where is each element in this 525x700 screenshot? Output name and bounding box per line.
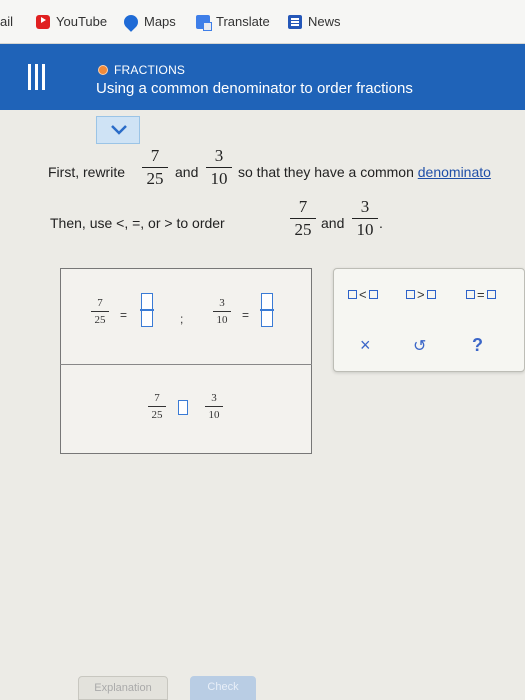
topic-dot-icon: [98, 65, 108, 75]
undo-icon: ↺: [413, 338, 427, 355]
help-icon: ?: [472, 335, 483, 355]
denominator-link[interactable]: denominato: [418, 164, 491, 180]
menu-icon[interactable]: [26, 64, 48, 90]
bookmark-youtube[interactable]: YouTube: [36, 14, 107, 29]
translate-icon: [196, 14, 212, 31]
greater-than-button[interactable]: >: [406, 287, 436, 302]
chevron-down-icon: [111, 125, 127, 135]
less-than-button[interactable]: <: [348, 287, 378, 302]
close-icon: ×: [360, 335, 371, 355]
answer-panel-divider: [60, 364, 312, 365]
news-icon: [288, 14, 302, 29]
question-line2-period: .: [379, 215, 383, 231]
comparison-input[interactable]: [178, 400, 188, 415]
expand-chevron-button[interactable]: [96, 116, 140, 144]
question-line2-and: and: [321, 215, 345, 231]
bookmark-translate[interactable]: Translate: [196, 14, 270, 31]
semicolon-separator: ;: [180, 312, 184, 326]
explanation-button[interactable]: Explanation: [78, 676, 168, 700]
compare-fraction-3-10: 3 10: [205, 392, 223, 421]
clear-button[interactable]: ×: [360, 335, 371, 356]
equals-button[interactable]: =: [466, 287, 496, 302]
fraction-input-1[interactable]: [140, 293, 154, 327]
bookmark-maps[interactable]: Maps: [121, 11, 176, 32]
fraction-7-25: 7 25: [142, 146, 168, 189]
answer-fraction-3-10: 3 10: [213, 297, 231, 326]
answer-fraction-7-25: 7 25: [91, 297, 109, 326]
topic-label: FRACTIONS: [98, 63, 185, 77]
equals-sign-1: =: [120, 308, 128, 322]
fraction-7-25-line2: 7 25: [290, 197, 316, 240]
help-button[interactable]: ?: [472, 335, 483, 356]
answer-panel: [60, 268, 312, 454]
question-line1-prefix: First, rewrite: [48, 164, 125, 180]
symbol-palette: [333, 268, 525, 372]
lesson-header: FRACTIONS Using a common denominator to …: [0, 44, 525, 110]
maps-icon: [121, 11, 141, 32]
question-line2-prefix: Then, use <, =, or > to order: [50, 215, 225, 231]
undo-button[interactable]: ↺: [413, 336, 426, 356]
equals-sign-2: =: [242, 308, 250, 322]
compare-fraction-7-25: 7 25: [148, 392, 166, 421]
question-line1-suffix: so that they have a common denominato: [238, 164, 491, 180]
lesson-title: Using a common denominator to order frac…: [96, 80, 413, 97]
check-button[interactable]: Check: [190, 676, 256, 700]
bookmark-news[interactable]: News: [288, 14, 341, 29]
bookmarks-bar: ail YouTube Maps Translate News: [0, 0, 525, 44]
fraction-3-10-line2: 3 10: [352, 197, 378, 240]
fraction-input-2[interactable]: [260, 293, 274, 327]
bookmark-mail[interactable]: ail: [0, 14, 13, 29]
question-line1-and: and: [175, 164, 199, 180]
fraction-3-10: 3 10: [206, 146, 232, 189]
youtube-icon: [36, 14, 50, 29]
